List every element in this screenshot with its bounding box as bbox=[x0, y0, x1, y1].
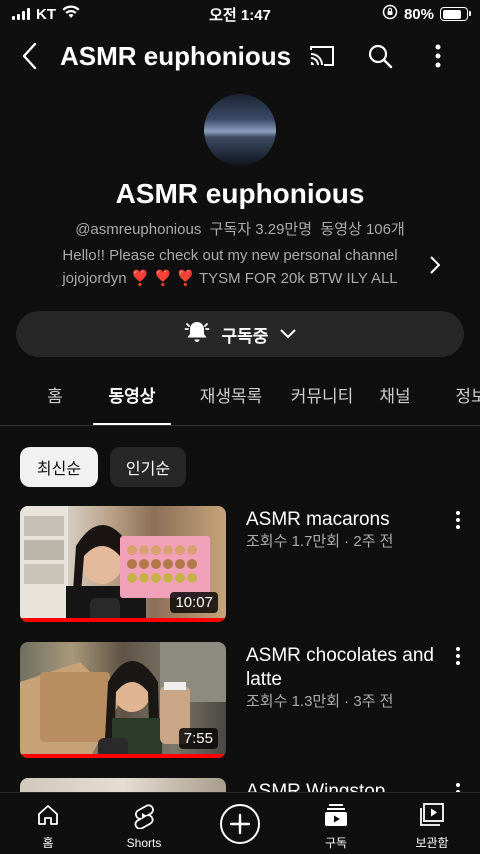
nav-library-label: 보관함 bbox=[415, 836, 449, 850]
battery-percent: 80% bbox=[403, 5, 434, 23]
description-line: jojojordyn ❣️ ❣️ ❣️ TYSM FOR 20k BTW ILY… bbox=[62, 270, 398, 287]
subscriptions-icon bbox=[323, 803, 349, 830]
more-vert-icon[interactable] bbox=[418, 36, 458, 76]
status-bar: KT 오전 1:47 80% bbox=[0, 0, 480, 28]
create-plus-icon[interactable] bbox=[220, 804, 260, 844]
video-count: 동영상 106개 bbox=[320, 221, 405, 238]
nav-shorts-label: Shorts bbox=[126, 836, 162, 850]
back-arrow-icon[interactable] bbox=[0, 32, 60, 80]
nav-home[interactable]: 홈 bbox=[0, 793, 96, 854]
channel-handle: @asmreuphonious bbox=[75, 221, 202, 238]
video-meta: 조회수 1.7만회 · 2주 전 bbox=[246, 533, 394, 550]
watch-progress-bar bbox=[20, 618, 226, 622]
nav-subscriptions-label: 구독 bbox=[324, 836, 348, 850]
sort-popular-chip[interactable]: 인기순 bbox=[110, 447, 186, 487]
nav-shorts[interactable]: Shorts bbox=[96, 793, 192, 854]
battery-icon bbox=[440, 7, 471, 21]
search-icon[interactable] bbox=[360, 36, 400, 76]
video-more-icon[interactable] bbox=[450, 508, 466, 532]
wifi-icon bbox=[62, 5, 80, 23]
video-thumbnail[interactable]: 10:07 bbox=[20, 506, 226, 622]
channel-name: ASMR euphonious bbox=[115, 178, 365, 209]
subscribed-label: 구독중 bbox=[221, 326, 269, 346]
home-icon bbox=[36, 803, 60, 830]
video-meta: 조회수 1.3만회 · 3주 전 bbox=[246, 693, 394, 710]
subscriber-count: 구독자 3.29만명 bbox=[209, 221, 313, 238]
tab-home[interactable]: 홈 bbox=[30, 372, 80, 425]
channel-description[interactable]: Hello!! Please check out my new personal… bbox=[30, 244, 430, 290]
tab-community[interactable]: 커뮤니티 bbox=[277, 372, 367, 425]
clock: 오전 1:47 bbox=[209, 6, 271, 24]
carrier-label: KT bbox=[36, 5, 56, 23]
watch-progress-bar bbox=[20, 754, 226, 758]
cast-icon[interactable] bbox=[302, 36, 342, 76]
channel-tabs: 홈 동영상 재생목록 커뮤니티 채널 정보 bbox=[0, 372, 480, 426]
top-app-bar: ASMR euphonious bbox=[0, 32, 480, 80]
channel-meta: @asmreuphonious 구독자 3.29만명 동영상 106개 bbox=[0, 218, 480, 239]
tab-about[interactable]: 정보 bbox=[446, 372, 480, 425]
tab-videos[interactable]: 동영상 bbox=[93, 372, 171, 425]
channel-avatar[interactable] bbox=[204, 94, 276, 166]
chevron-down-icon bbox=[280, 324, 297, 344]
nav-subscriptions[interactable]: 구독 bbox=[288, 793, 384, 854]
shorts-icon bbox=[132, 803, 156, 832]
nav-library[interactable]: 보관함 bbox=[384, 793, 480, 854]
description-line: Hello!! Please check out my new personal… bbox=[62, 247, 398, 264]
nav-home-label: 홈 bbox=[42, 836, 54, 850]
chevron-right-icon[interactable] bbox=[430, 256, 441, 279]
video-thumbnail[interactable]: 7:55 bbox=[20, 642, 226, 758]
video-duration: 10:07 bbox=[170, 592, 218, 613]
tab-playlists[interactable]: 재생목록 bbox=[183, 372, 279, 425]
video-title[interactable]: ASMR chocolates and latte bbox=[246, 644, 436, 692]
video-title[interactable]: ASMR macarons bbox=[246, 508, 436, 532]
signal-icon bbox=[12, 8, 30, 20]
bell-icon bbox=[184, 319, 210, 350]
tab-channels[interactable]: 채널 bbox=[370, 372, 420, 425]
sort-latest-chip[interactable]: 최신순 bbox=[20, 447, 98, 487]
subscribed-button[interactable]: 구독중 bbox=[16, 311, 464, 357]
orientation-lock-icon bbox=[382, 4, 398, 24]
video-more-icon[interactable] bbox=[450, 644, 466, 668]
video-duration: 7:55 bbox=[178, 728, 218, 749]
page-title: ASMR euphonious bbox=[60, 40, 292, 71]
library-icon bbox=[419, 803, 445, 830]
